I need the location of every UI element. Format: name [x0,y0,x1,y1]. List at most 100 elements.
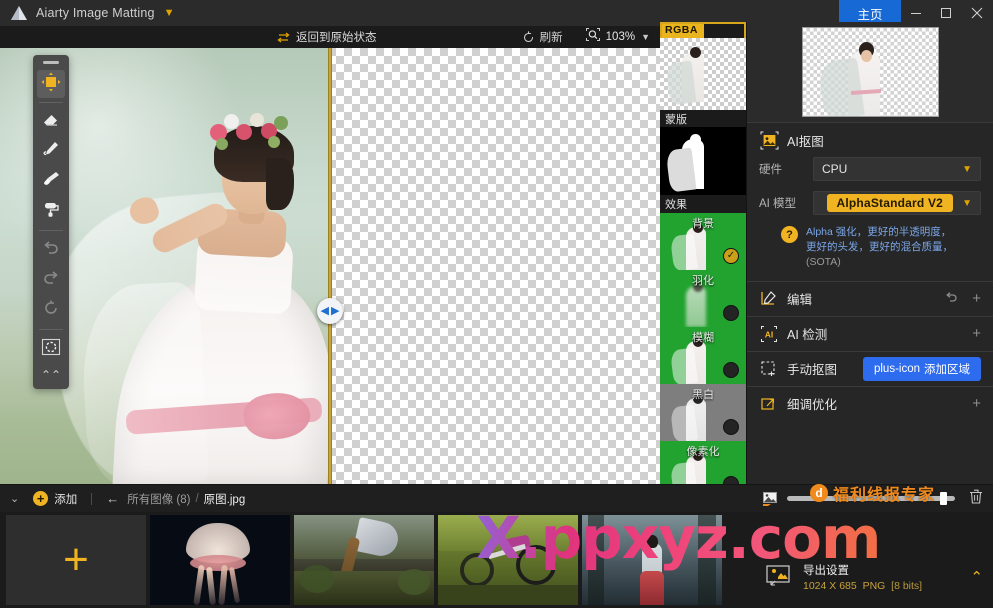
section-manual-matting[interactable]: 手动抠图 plus-icon 添加区域 [747,351,993,386]
ai-matting-icon [759,130,779,150]
section-refine[interactable]: 细调优化 + [747,386,993,421]
edit-actions: + [944,291,981,306]
layer-toggle[interactable] [723,419,739,435]
reset-tool[interactable] [37,296,65,324]
split-right-arrow: ▶ [331,306,339,317]
ai-matting-title: AI抠图 [787,131,824,150]
layer-label: RGBA [660,23,704,38]
layer-item-mask[interactable]: 蒙版 [660,110,746,195]
add-region-label: 添加区域 [924,361,970,377]
revert-label: 返回到原始状态 [296,29,377,45]
refresh-icon [522,31,535,44]
layer-toggle[interactable] [723,476,739,484]
redo-tool[interactable] [37,266,65,294]
roller-tool[interactable] [37,197,65,225]
section-ai-detect[interactable]: AI AI 检测 + [747,316,993,351]
back-arrow-icon[interactable]: ← [106,491,119,506]
plus-icon[interactable]: + [972,291,981,306]
ai-detect-actions: + [972,326,981,341]
add-images-label[interactable]: 添加 [54,491,77,507]
app-window: Aiarty Image Matting ▼ 主页 返回到原始状态 [0,0,993,608]
brush-icon [41,169,61,194]
svg-text:AI: AI [765,329,774,339]
selection-circle-icon [40,337,62,362]
add-image-tile[interactable]: + [6,515,146,605]
add-region-button[interactable]: plus-icon 添加区域 [863,357,981,381]
all-images-label[interactable]: 所有图像 (8) [127,491,190,507]
layer-item-rgba[interactable]: RGBA [660,22,746,110]
model-select[interactable]: AlphaStandard V2 ▼ [813,191,981,215]
image-canvas[interactable]: ◀ ▶ [0,48,660,484]
eraser-icon [41,109,61,134]
manual-matting-icon [759,359,779,379]
export-bits: [8 bits] [891,580,922,592]
transform-tool[interactable] [37,70,65,98]
right-panel: AI抠图 硬件 CPU ▼ AI 模型 AlphaStandard V2 ▼ ? [746,22,993,484]
revert-to-original-button[interactable]: 返回到原始状态 [276,29,377,45]
revert-arrows-icon [276,31,291,44]
eraser-tool[interactable] [37,107,65,135]
brush-tool[interactable] [37,167,65,195]
redo-arrow-icon [41,268,61,293]
pen-tool[interactable] [37,137,65,165]
chevron-down-icon: ▼ [962,198,972,209]
chevron-up-icon[interactable]: ⌃ [970,568,983,586]
file-bar-right [763,489,983,509]
divider [91,493,92,505]
layer-item-feather[interactable]: 羽化 [660,270,746,327]
plus-icon[interactable]: + [972,326,981,341]
split-compare-handle-icon[interactable]: ◀ ▶ [317,298,343,324]
trash-icon[interactable] [969,489,983,509]
layer-thumbnail-feather: 羽化 [660,270,746,327]
reset-circular-arrow-icon [41,298,61,323]
layer-item-pixelate[interactable]: 像素化 [660,441,746,484]
ai-matting-header: AI抠图 [759,123,981,157]
help-sota: (SOTA) [806,256,841,268]
ai-detect-title: AI 检测 [787,324,827,343]
layer-group-effects[interactable]: 效果 [660,195,746,213]
result-preview[interactable] [802,27,939,117]
hardware-row: 硬件 CPU ▼ [759,157,981,181]
chevron-down-icon[interactable]: ▼ [641,32,650,42]
hardware-label: 硬件 [759,161,813,177]
thumb-axe[interactable] [294,515,434,605]
export-settings-bar[interactable]: 导出设置 1024 X 685 PNG [8 bits] ⌃ [755,556,993,598]
section-edit[interactable]: 编辑 + [747,281,993,316]
hardware-select[interactable]: CPU ▼ [813,157,981,181]
undo-arrow-icon[interactable] [944,291,958,306]
layer-item-background[interactable]: 背景 [660,213,746,270]
app-title: Aiarty Image Matting [36,6,155,20]
layer-item-blur[interactable]: 模糊 [660,327,746,384]
chevron-down-icon[interactable]: ▼ [164,8,175,19]
thumb-jellyfish[interactable] [150,515,290,605]
plus-icon[interactable]: + [972,396,981,411]
plus-circle-icon[interactable]: + [33,491,48,506]
undo-tool[interactable] [37,236,65,264]
chevron-down-icon[interactable]: ⌄ [10,492,19,505]
edit-crop-icon [759,289,779,309]
rgba-header: RGBA [660,22,746,38]
model-label: AI 模型 [759,195,813,211]
cutout-image-half [330,48,660,484]
model-row: AI 模型 AlphaStandard V2 ▼ [759,191,981,215]
refine-title: 细调优化 [787,394,837,413]
layers-strip[interactable]: RGBA 蒙版 效果 [660,22,746,484]
plus-icon: + [63,538,89,582]
zoom-control[interactable]: 103% ▼ [585,27,650,47]
thumb-red-woman[interactable] [582,515,722,605]
refine-icon [759,394,779,414]
slider-thumb[interactable] [940,492,947,505]
export-text: 导出设置 1024 X 685 PNG [8 bits] [803,562,922,592]
thumb-bike[interactable] [438,515,578,605]
toolbar-drag-handle[interactable] [43,61,59,64]
refine-actions: + [972,396,981,411]
thumbnail-size-slider[interactable] [787,496,955,501]
layer-toggle[interactable] [723,248,739,264]
question-mark-icon[interactable]: ? [781,226,798,243]
marquee-tool[interactable] [37,335,65,363]
layer-toggle[interactable] [723,305,739,321]
collapse-tools-button[interactable]: ⌃⌃ [37,365,65,385]
layer-item-blackwhite[interactable]: 黑白 [660,384,746,441]
refresh-button[interactable]: 刷新 [522,29,563,45]
layer-toggle[interactable] [723,362,739,378]
